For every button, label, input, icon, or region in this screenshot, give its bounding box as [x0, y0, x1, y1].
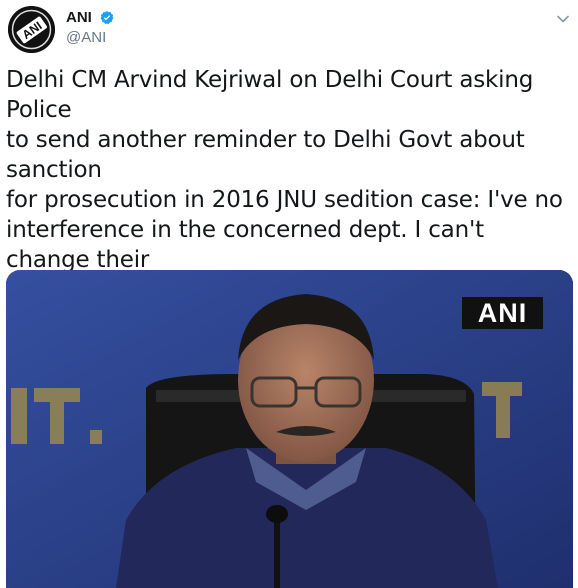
verified-badge-icon: [100, 11, 114, 25]
ani-watermark: ANI: [462, 297, 543, 329]
author-display-name[interactable]: ANI: [66, 8, 92, 28]
tweet-card: ANI ANI @ANI Delhi CM Arvind Kejriwal on…: [0, 0, 578, 588]
author-handle[interactable]: @ANI: [66, 28, 115, 48]
ani-logo-icon: ANI: [8, 6, 55, 53]
tweet-header: ANI ANI @ANI: [8, 6, 570, 54]
author-names: ANI @ANI: [66, 8, 115, 48]
avatar[interactable]: ANI: [8, 6, 55, 53]
caret-down-icon[interactable]: [556, 12, 570, 26]
tweet-media-image[interactable]: ANI: [6, 270, 573, 588]
